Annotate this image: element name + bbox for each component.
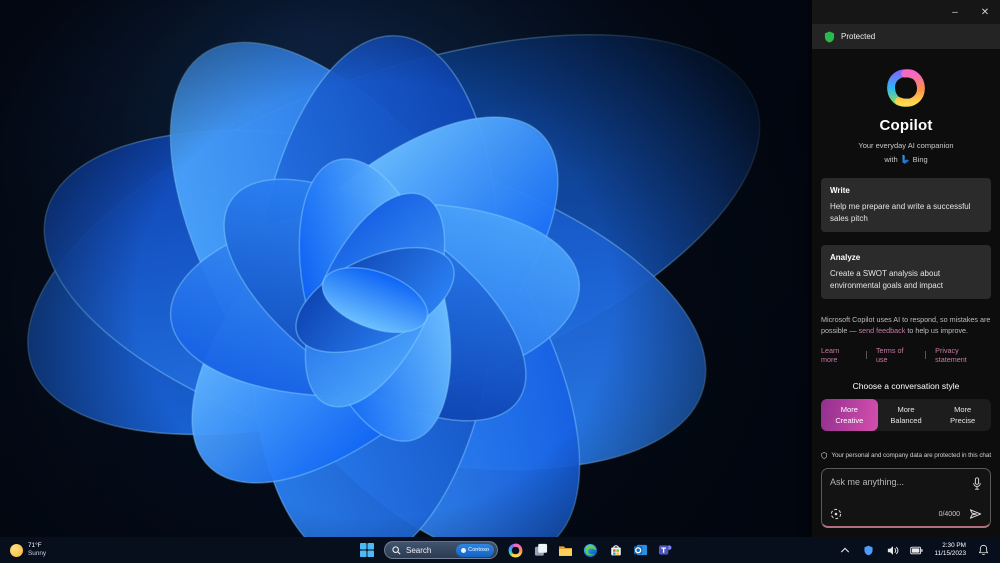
conversation-style-heading: Choose a conversation style [852, 380, 960, 391]
battery-icon [910, 546, 924, 554]
minimize-button[interactable]: – [940, 0, 970, 24]
edge-icon [583, 543, 598, 557]
outlook-icon [633, 544, 648, 556]
outlook-button[interactable] [630, 539, 651, 561]
bing-label: Bing [912, 155, 928, 164]
weather-widget[interactable]: 71°F Sunny [10, 537, 46, 563]
style-more-creative-button[interactable]: More Creative [821, 398, 878, 432]
suggestion-card-write[interactable]: Write Help me prepare and write a succes… [821, 178, 991, 233]
sunny-weather-icon [10, 543, 23, 557]
taskbar: 71°F Sunny Search Contoso 2:30 PM 11/15/… [0, 537, 1000, 563]
copilot-icon [508, 543, 523, 557]
character-counter: 0/4000 [938, 510, 960, 518]
link-separator [925, 350, 927, 359]
microsoft-store-button[interactable] [605, 539, 626, 561]
taskbar-center: Search Contoso [356, 537, 676, 563]
copilot-logo [887, 69, 925, 107]
protected-status-bar: Protected [812, 24, 1000, 49]
screenshot-capture-icon[interactable] [830, 508, 842, 520]
tray-time: 2:30 PM [942, 541, 966, 549]
protected-label: Protected [841, 32, 876, 41]
copilot-taskbar-icon[interactable] [505, 539, 526, 561]
search-highlight-badge[interactable]: Contoso [456, 543, 494, 557]
task-view-button[interactable] [530, 539, 551, 561]
chat-input-box: 0/4000 [821, 468, 991, 528]
card-body: Help me prepare and write a successful s… [830, 202, 971, 223]
copilot-sidebar-panel: – ✕ Protected Copilot Your everyday AI c… [812, 0, 1000, 537]
microphone-icon[interactable] [972, 477, 982, 490]
microsoft-store-icon [610, 545, 621, 556]
weather-temperature: 71°F [28, 541, 42, 549]
card-body: Create a SWOT analysis about environment… [830, 269, 943, 290]
teams-icon [658, 545, 672, 555]
card-title: Analyze [830, 253, 861, 263]
privacy-statement-link[interactable]: Privacy statement [935, 346, 991, 364]
conversation-style-selector: More Creative More Balanced More Precise [821, 398, 991, 432]
file-explorer-icon [559, 545, 572, 556]
chevron-up-icon [840, 547, 850, 553]
send-icon[interactable] [969, 508, 982, 520]
with-label: with [884, 155, 898, 164]
privacy-shield-icon [821, 452, 827, 459]
copilot-subtitle: Your everyday AI companion [858, 141, 954, 150]
weather-condition: Sunny [28, 550, 47, 557]
file-explorer-button[interactable] [555, 539, 576, 561]
disclaimer-text: to help us improve. [905, 326, 969, 336]
badge-logo-icon [461, 547, 467, 553]
clock-widget[interactable]: 2:30 PM 11/15/2023 [934, 542, 966, 559]
link-separator [865, 350, 867, 359]
volume-tray-button[interactable] [882, 539, 903, 561]
ai-disclaimer: Microsoft Copilot uses AI to respond, so… [821, 315, 991, 337]
windows-logo-icon [359, 543, 374, 557]
protected-shield-icon [824, 31, 835, 42]
tray-overflow-button[interactable] [834, 539, 855, 561]
chat-privacy-text: Your personal and company data are prote… [831, 452, 991, 459]
style-more-precise-button[interactable]: More Precise [934, 399, 991, 432]
card-title: Write [830, 186, 850, 195]
task-view-icon [534, 543, 547, 556]
chat-privacy-note: Your personal and company data are prote… [821, 451, 991, 460]
copilot-panel-body: Copilot Your everyday AI companion with … [812, 49, 1000, 537]
notifications-button[interactable] [973, 539, 994, 561]
copilot-title: Copilot [879, 117, 933, 134]
send-feedback-link[interactable]: send feedback [859, 326, 906, 335]
learn-more-link[interactable]: Learn more [821, 346, 857, 364]
style-more-balanced-button[interactable]: More Balanced [878, 399, 935, 432]
tray-date: 11/15/2023 [934, 550, 966, 557]
badge-label: Contoso [468, 547, 489, 553]
search-icon [392, 545, 401, 555]
teams-button[interactable] [655, 539, 676, 561]
search-box[interactable]: Search Contoso [384, 541, 498, 559]
start-button[interactable] [356, 539, 377, 561]
bing-icon [902, 154, 909, 164]
speaker-icon [887, 545, 899, 555]
edge-browser-button[interactable] [580, 539, 601, 561]
legal-links-row: Learn more Terms of use Privacy statemen… [821, 346, 991, 364]
ask-me-anything-input[interactable] [830, 477, 970, 487]
suggestion-card-analyze[interactable]: Analyze Create a SWOT analysis about env… [821, 245, 991, 300]
terms-of-use-link[interactable]: Terms of use [876, 346, 916, 364]
system-tray: 2:30 PM 11/15/2023 [834, 537, 994, 563]
search-placeholder: Search [406, 545, 432, 555]
security-tray-button[interactable] [858, 539, 879, 561]
notification-bell-icon [978, 544, 989, 556]
with-bing-line: with Bing [821, 154, 991, 165]
copilot-titlebar: – ✕ [812, 0, 1000, 24]
security-shield-icon [864, 545, 874, 555]
close-button[interactable]: ✕ [970, 0, 1000, 24]
battery-tray-button[interactable] [906, 539, 927, 561]
